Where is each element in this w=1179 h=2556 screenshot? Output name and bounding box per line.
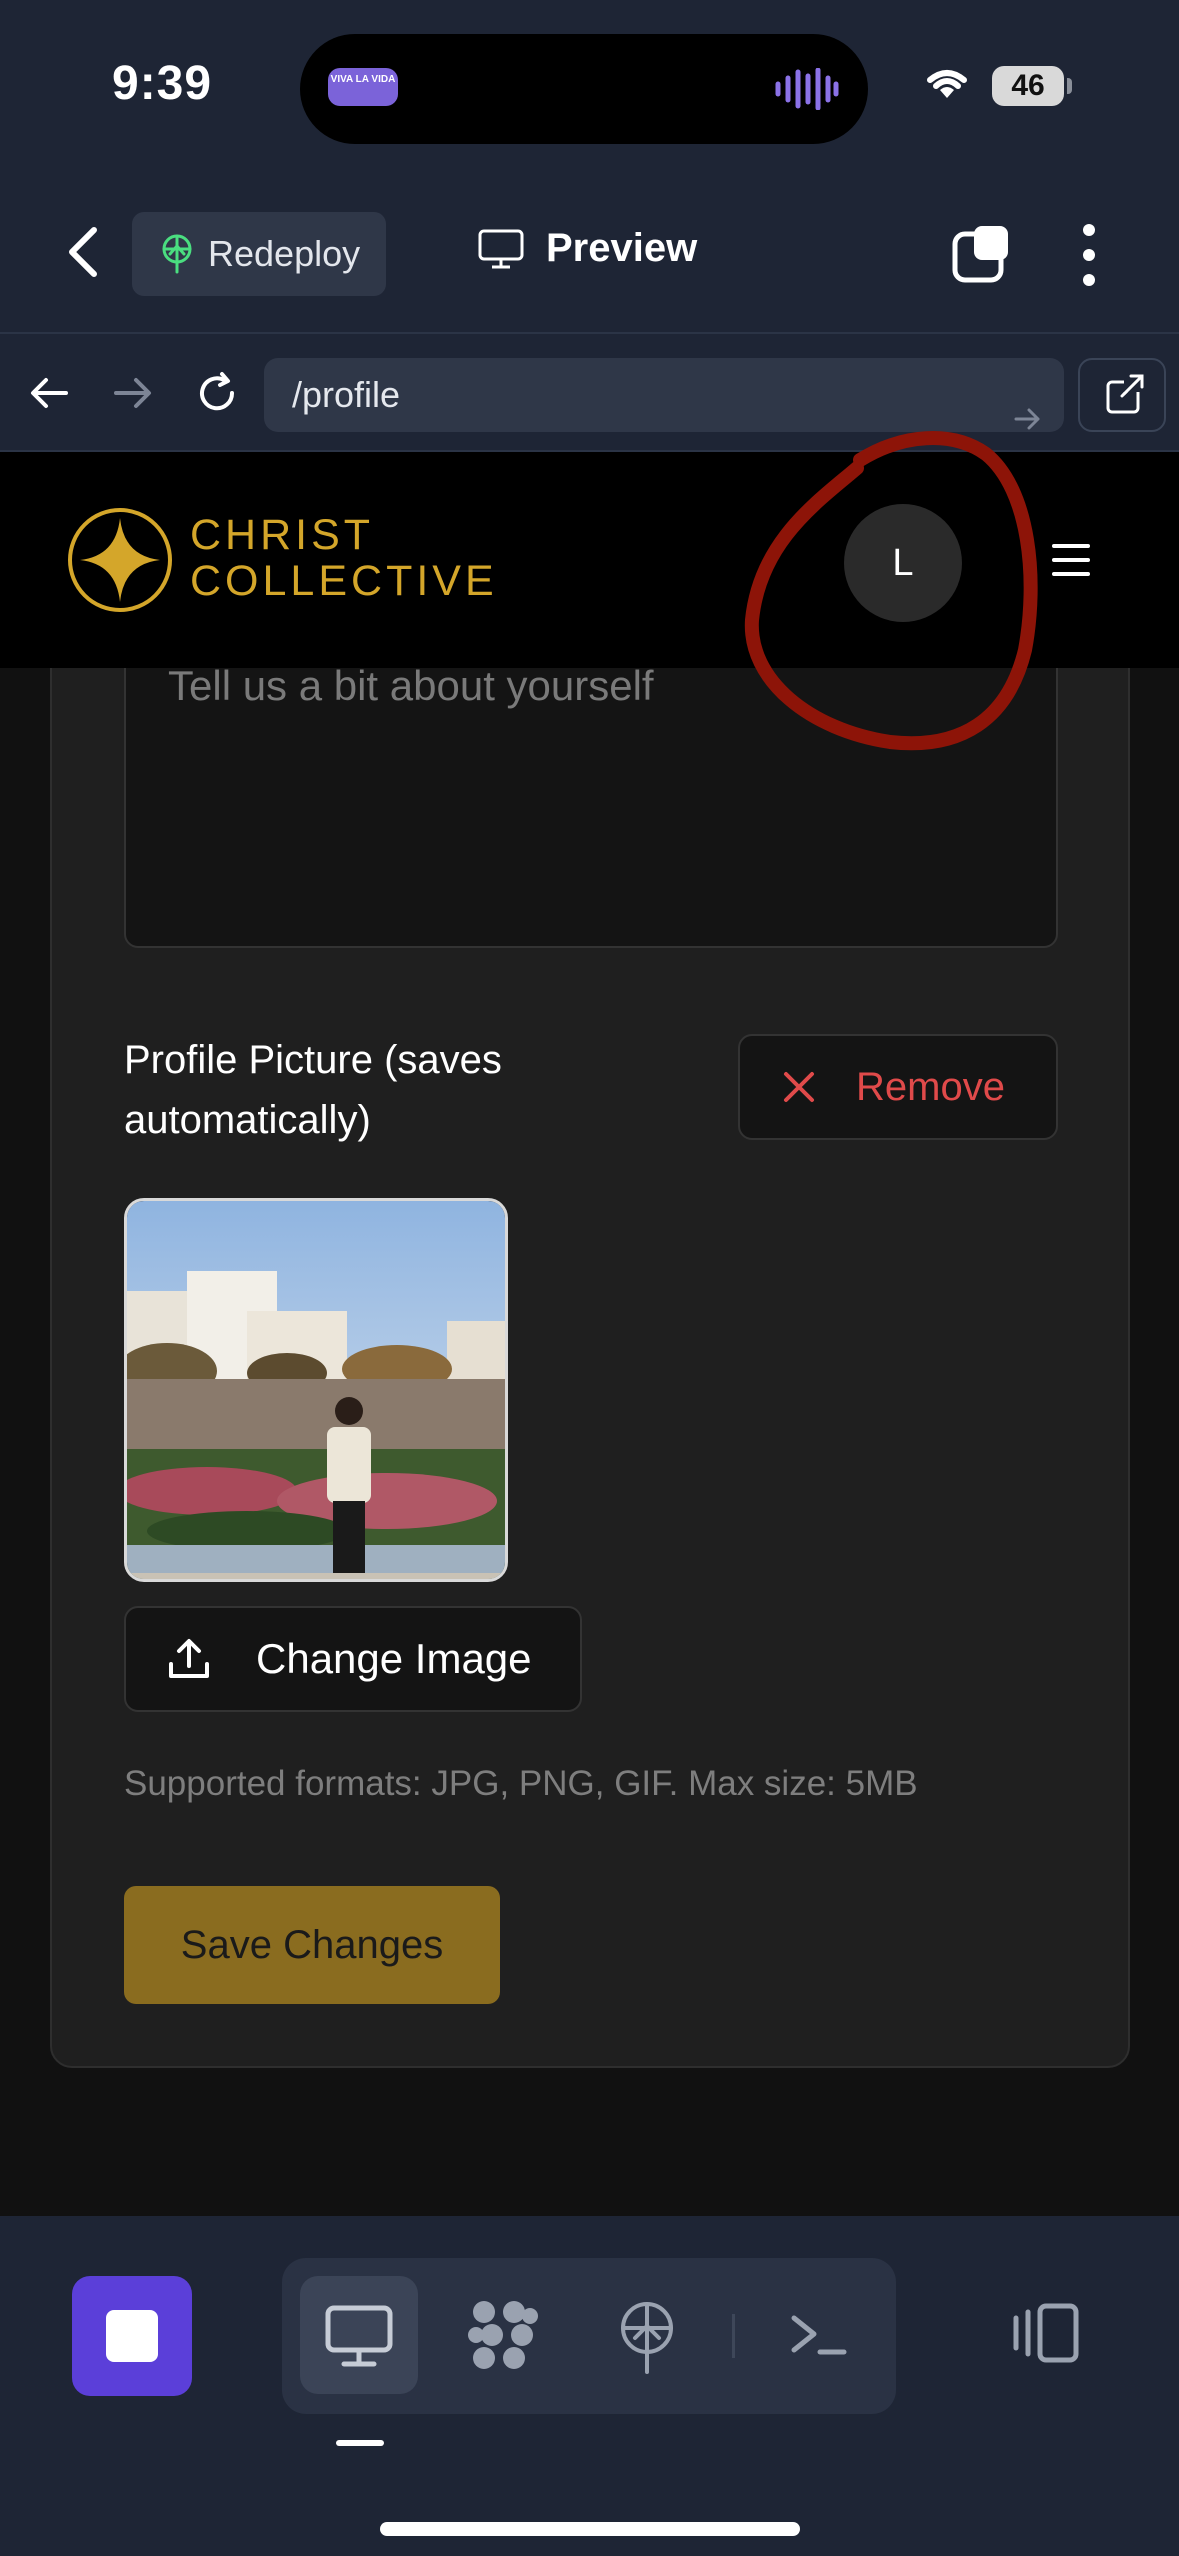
terminal-view-button[interactable] bbox=[758, 2276, 876, 2394]
remove-label: Remove bbox=[856, 1064, 1005, 1109]
status-bar: 9:39 VIVA LA VIDA 46 bbox=[0, 0, 1179, 180]
profile-photo-image bbox=[127, 1201, 505, 1579]
save-changes-button[interactable]: Save Changes bbox=[124, 1886, 500, 2004]
monitor-icon bbox=[478, 229, 524, 268]
upload-icon bbox=[169, 1639, 209, 1678]
red-circle-annotation bbox=[744, 431, 1038, 751]
battery-indicator: 46 bbox=[992, 66, 1064, 106]
deploy-icon bbox=[621, 2302, 673, 2374]
view-switcher bbox=[282, 2258, 896, 2414]
browser-back-icon[interactable] bbox=[26, 370, 72, 416]
dynamic-island: VIVA LA VIDA bbox=[300, 34, 868, 144]
remove-picture-button[interactable]: Remove bbox=[738, 1034, 1058, 1140]
brand-wordmark[interactable]: CHRIST COLLECTIVE bbox=[190, 512, 498, 604]
stop-button[interactable] bbox=[72, 2276, 192, 2396]
active-tab-indicator bbox=[336, 2440, 384, 2446]
monitor-icon bbox=[325, 2305, 393, 2367]
preview-label: Preview bbox=[546, 226, 698, 270]
star-logo-icon[interactable] bbox=[66, 506, 174, 614]
supported-formats-hint: Supported formats: JPG, PNG, GIF. Max si… bbox=[124, 1764, 918, 1803]
deploy-icon bbox=[162, 234, 192, 274]
wifi-icon bbox=[927, 70, 967, 98]
deploy-view-button[interactable] bbox=[588, 2276, 706, 2394]
toolbar-divider bbox=[732, 2314, 735, 2358]
home-indicator bbox=[380, 2522, 800, 2536]
preview-view-button[interactable] bbox=[300, 2276, 418, 2394]
change-image-label: Change Image bbox=[256, 1635, 532, 1682]
reload-icon[interactable] bbox=[194, 370, 240, 416]
stop-icon bbox=[106, 2310, 158, 2362]
external-link-icon bbox=[1106, 374, 1144, 414]
preview-tab[interactable]: Preview bbox=[478, 226, 697, 271]
hamburger-menu-icon[interactable] bbox=[1052, 544, 1090, 586]
brand-line-2: COLLECTIVE bbox=[190, 557, 498, 605]
redeploy-button[interactable]: Redeploy bbox=[132, 212, 386, 296]
open-external-button[interactable] bbox=[1078, 358, 1166, 432]
back-chevron-icon[interactable] bbox=[60, 222, 110, 282]
network-view-button[interactable] bbox=[444, 2276, 562, 2394]
profile-photo bbox=[124, 1198, 508, 1582]
more-options-icon[interactable] bbox=[1072, 222, 1106, 288]
close-icon bbox=[784, 1072, 814, 1102]
profile-card: Tell us a bit about yourself Profile Pic… bbox=[50, 668, 1130, 2068]
brand-line-1: CHRIST bbox=[190, 511, 375, 559]
url-path: /profile bbox=[292, 374, 401, 415]
redeploy-label: Redeploy bbox=[208, 233, 361, 274]
battery-nub bbox=[1067, 78, 1072, 94]
bio-placeholder: Tell us a bit about yourself bbox=[168, 668, 654, 709]
status-time: 9:39 bbox=[112, 57, 213, 110]
change-image-button[interactable]: Change Image bbox=[124, 1606, 582, 1712]
bottom-toolbar bbox=[0, 2216, 1179, 2556]
url-input[interactable]: /profile bbox=[264, 358, 1064, 432]
terminal-icon bbox=[791, 2315, 847, 2355]
audio-wave-icon bbox=[775, 68, 839, 110]
tabs-icon[interactable] bbox=[952, 222, 1014, 284]
network-icon bbox=[468, 2301, 538, 2369]
now-playing-badge: VIVA LA VIDA bbox=[328, 68, 398, 106]
browser-forward-icon[interactable] bbox=[110, 370, 156, 416]
page-content: Tell us a bit about yourself Profile Pic… bbox=[0, 668, 1179, 2216]
panel-toggle-icon[interactable] bbox=[1010, 2302, 1082, 2364]
profile-picture-label: Profile Picture (saves automatically) bbox=[124, 1038, 502, 1142]
